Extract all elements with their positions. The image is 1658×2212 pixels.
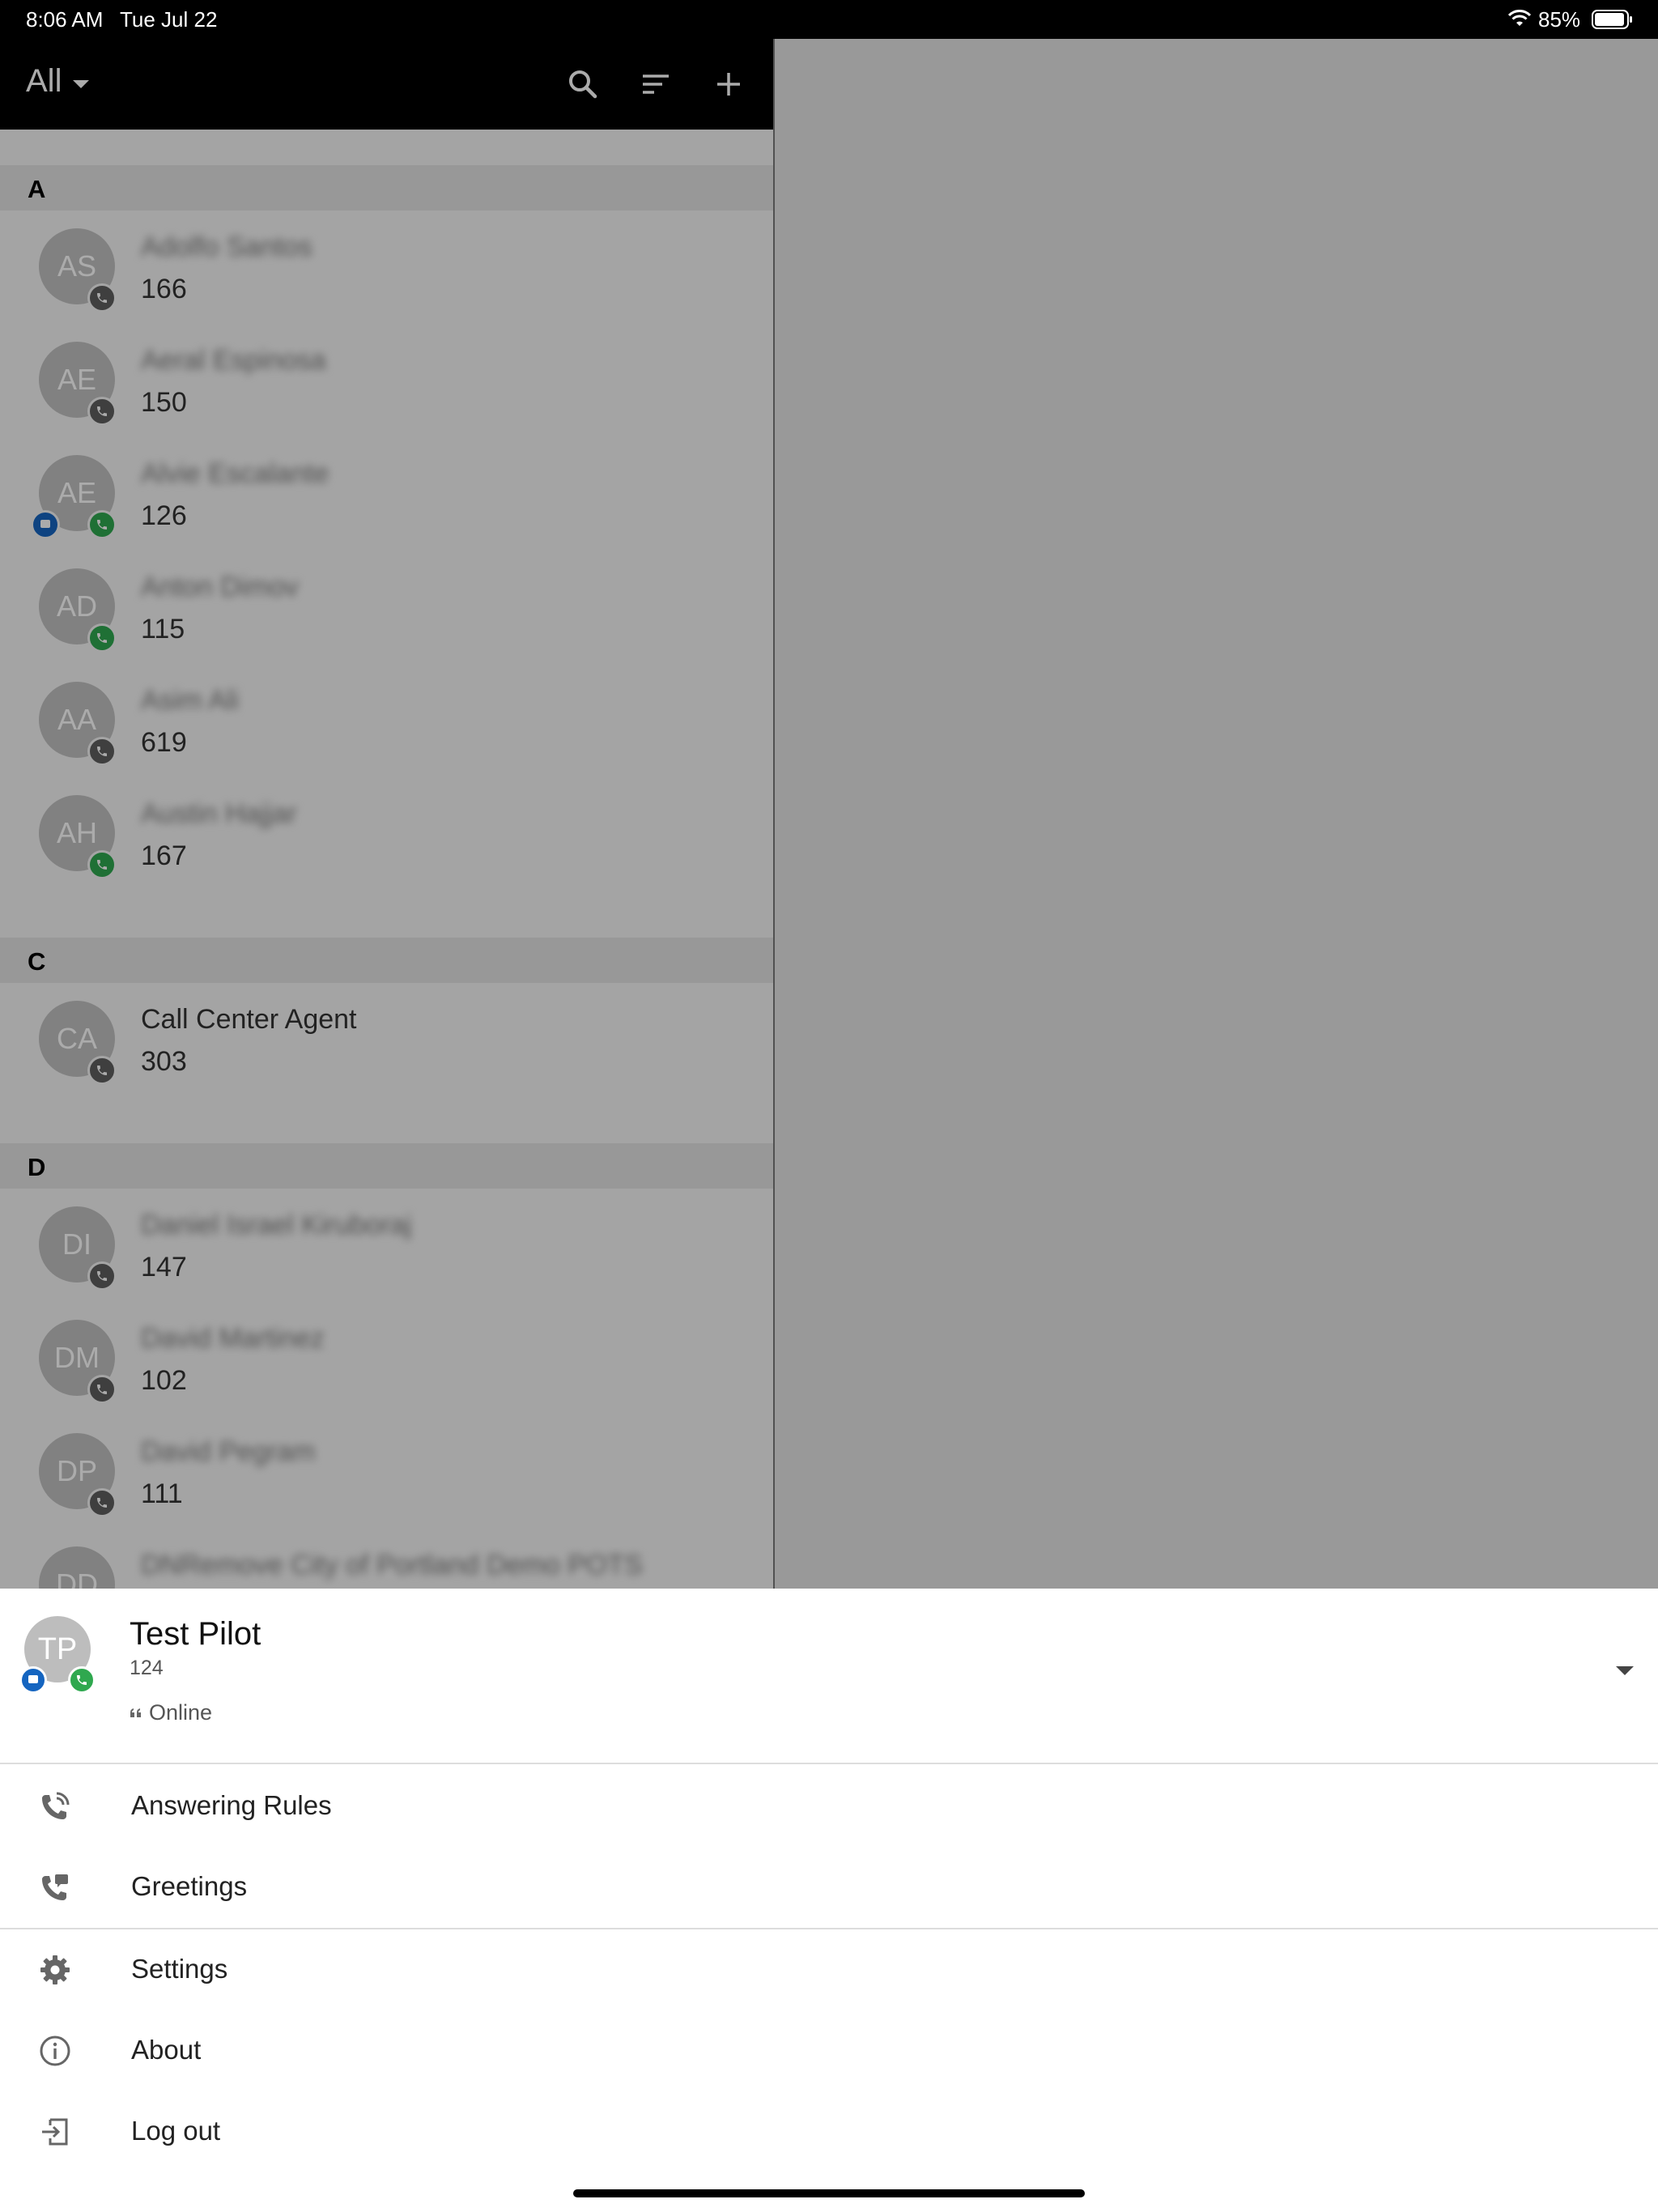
answering-rules-icon [42,1792,70,1819]
account-name: Test Pilot [130,1616,261,1652]
wifi-icon [1507,10,1532,26]
home-indicator[interactable] [573,2189,1085,2197]
logout-icon [42,2118,68,2146]
dim-overlay[interactable] [0,39,1658,1589]
status-bar: 8:06 AM Tue Jul 22 85% [0,0,1658,39]
expand-chevron-icon[interactable] [1616,1666,1634,1675]
quote-icon [130,1708,141,1717]
gear-icon [40,1955,70,1984]
menu-greetings[interactable]: Greetings [0,1847,1658,1928]
greetings-icon [42,1874,68,1900]
separator [0,1763,1658,1764]
menu-about[interactable]: About [0,2010,1658,2091]
status-time: 8:06 AM [26,7,104,32]
avatar-initials: TP [37,1632,78,1666]
account-sheet: TP Test Pilot 124 Online Answering Rules… [0,1589,1658,2212]
menu-logout[interactable]: Log out [0,2091,1658,2172]
phone-presence-icon [68,1666,96,1694]
menu-label: Log out [131,2116,221,2146]
menu-settings[interactable]: Settings [0,1929,1658,2010]
status-date: Tue Jul 22 [120,7,218,32]
menu-label: Settings [131,1954,228,1984]
account-extension: 124 [130,1657,164,1679]
chat-presence-icon [19,1666,47,1694]
menu-label: About [131,2035,202,2065]
contacts-app: All A AS Adolfo Santos 166 AE Aeral Espi [0,39,1658,1589]
battery-icon [1592,10,1632,29]
status-text: Online [149,1700,213,1725]
menu-answering-rules[interactable]: Answering Rules [0,1766,1658,1847]
info-icon [40,2035,70,2066]
menu-label: Greetings [131,1871,248,1901]
account-status[interactable]: Online [130,1700,212,1725]
menu-label: Answering Rules [131,1790,332,1820]
battery-percent: 85% [1538,7,1581,32]
